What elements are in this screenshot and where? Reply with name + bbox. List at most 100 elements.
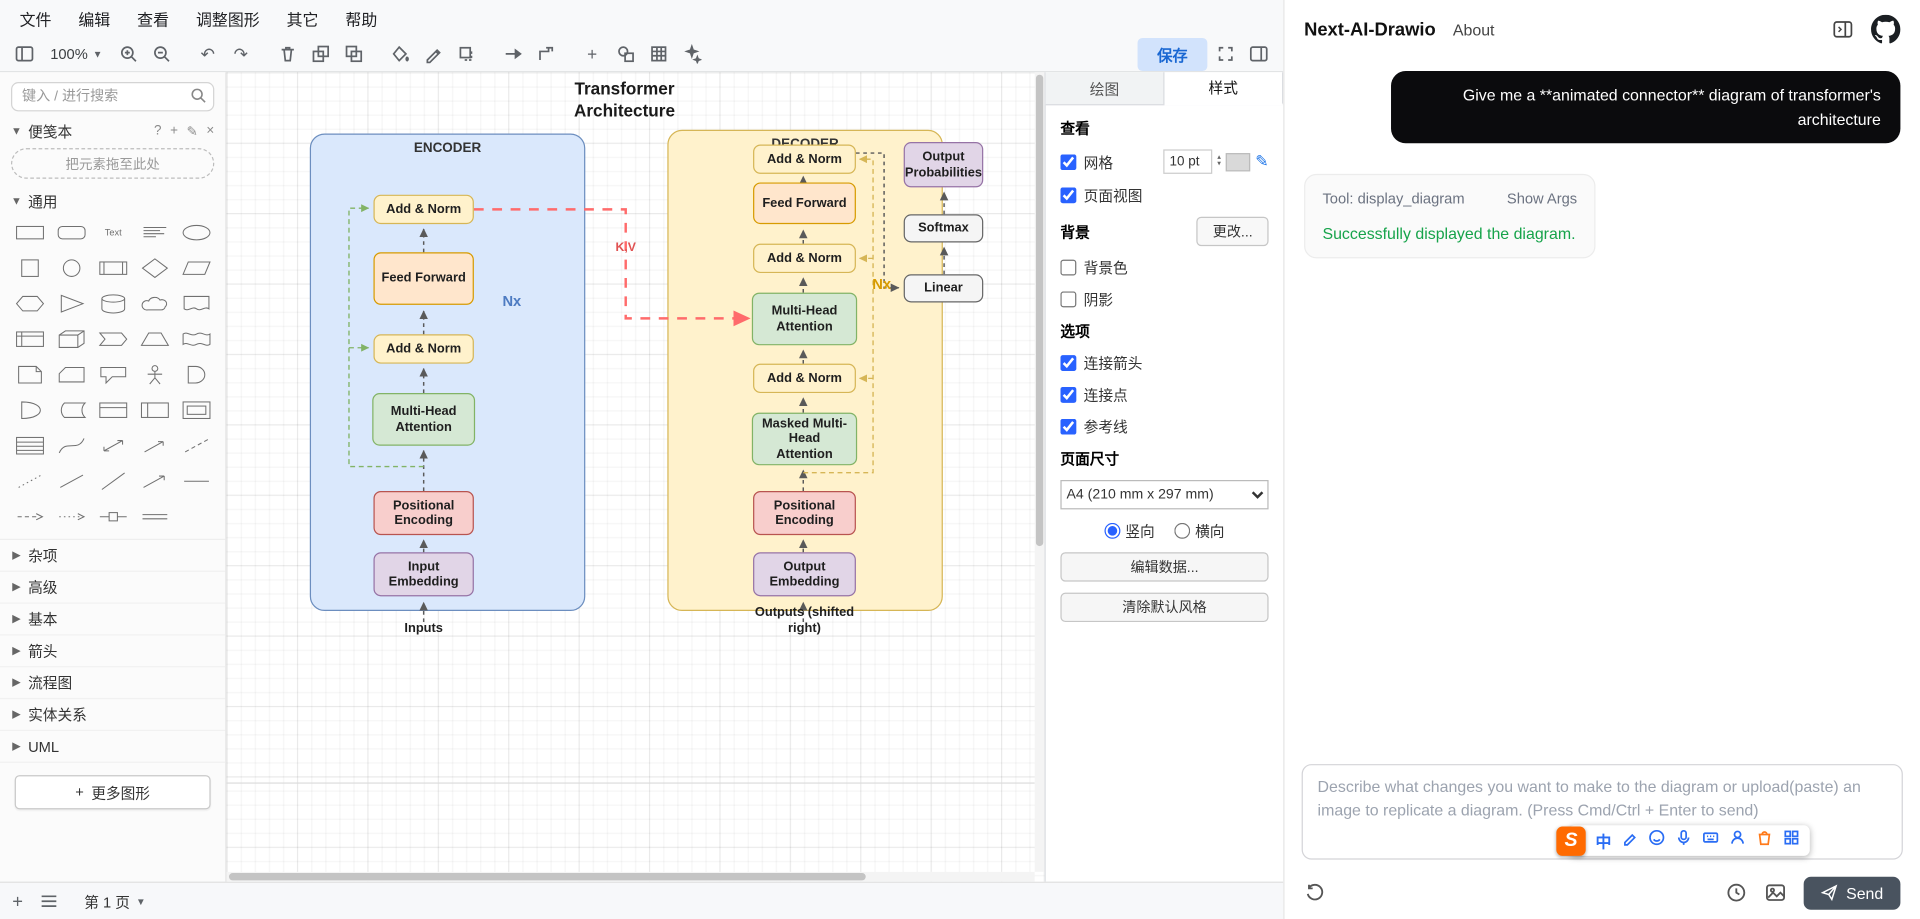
tab-diagram[interactable]: 绘图 [1046, 72, 1165, 105]
decoder-add-norm-2[interactable]: Add & Norm [753, 243, 856, 274]
collapse-panel-icon[interactable] [1832, 18, 1854, 40]
shape-parallelogram[interactable] [178, 253, 215, 282]
reset-chat-icon[interactable] [1304, 882, 1326, 904]
grid-size-input[interactable] [1163, 149, 1213, 174]
encoder-add-norm-2[interactable]: Add & Norm [373, 334, 474, 364]
grid-color-edit-icon[interactable]: ✎ [1255, 152, 1268, 172]
grid-checkbox[interactable] [1060, 153, 1077, 170]
shape-circle[interactable] [53, 253, 90, 282]
shape-data-storage[interactable] [53, 396, 90, 425]
menu-view[interactable]: 查看 [137, 7, 169, 30]
shape-text[interactable]: Text [94, 218, 131, 247]
zoom-dropdown[interactable]: 100% ▼ [43, 43, 110, 65]
change-background-button[interactable]: 更改... [1196, 216, 1269, 247]
decoder-positional-encoding[interactable]: Positional Encoding [753, 491, 856, 536]
connection-arrows-checkbox[interactable] [1060, 355, 1077, 372]
sidebar-section-advanced[interactable]: ▶ 高级 [0, 572, 226, 604]
sogou-ime-icon[interactable]: S [1556, 825, 1586, 856]
shape-ellipse[interactable] [178, 218, 215, 247]
sidebar-section-arrows[interactable]: ▶ 箭头 [0, 636, 226, 668]
save-button[interactable]: 保存 [1137, 37, 1208, 71]
about-link[interactable]: About [1453, 20, 1495, 38]
sidebar-section-uml[interactable]: ▶ UML [0, 731, 226, 763]
decoder-feed-forward[interactable]: Feed Forward [753, 182, 856, 225]
shape-line[interactable] [53, 467, 90, 496]
encoder-positional-encoding[interactable]: Positional Encoding [373, 491, 474, 536]
decoder-masked-multi-head-attention[interactable]: Masked Multi-Head Attention [751, 412, 858, 466]
shape-arrow-line[interactable] [136, 467, 173, 496]
shape-tape[interactable] [178, 324, 215, 353]
waypoint-style-icon[interactable] [498, 40, 527, 68]
shape-process[interactable] [94, 253, 131, 282]
page-size-select[interactable]: A4 (210 mm x 297 mm) [1060, 480, 1269, 510]
shape-callout[interactable] [94, 360, 131, 389]
send-button[interactable]: Send [1803, 876, 1901, 910]
encoder-multi-head-attention[interactable]: Multi-Head Attention [372, 393, 476, 446]
shape-labeled-edge[interactable] [94, 502, 131, 531]
close-icon[interactable]: × [206, 123, 214, 139]
connection-points-checkbox[interactable] [1060, 386, 1077, 403]
sidebar-section-er[interactable]: ▶ 实体关系 [0, 699, 226, 732]
grid-color-swatch[interactable] [1225, 152, 1251, 171]
shape-rounded-rectangle[interactable] [53, 218, 90, 247]
shape-triangle[interactable] [53, 289, 90, 318]
menu-edit[interactable]: 编辑 [78, 7, 110, 30]
shape-dashed-edge[interactable] [11, 502, 48, 531]
magic-wand-icon[interactable] [677, 40, 706, 68]
vertical-scrollbar[interactable] [1034, 72, 1045, 872]
shape-search-input[interactable] [11, 82, 215, 112]
output-probabilities-block[interactable]: Output Probabilities [903, 142, 984, 188]
scratchpad-header[interactable]: ▼ 便笺本 ? + ✎ × [0, 116, 225, 145]
shape-vertical-container[interactable] [136, 396, 173, 425]
shape-cube[interactable] [53, 324, 90, 353]
shape-rectangle[interactable] [11, 218, 48, 247]
sidebar-section-basic[interactable]: ▶ 基本 [0, 604, 226, 636]
shape-document[interactable] [178, 289, 215, 318]
general-section-header[interactable]: ▼ 通用 [0, 186, 225, 215]
shape-link-edge[interactable] [136, 502, 173, 531]
shape-arrow[interactable] [136, 431, 173, 460]
encoder-feed-forward[interactable]: Feed Forward [373, 252, 474, 305]
decoder-output-embedding[interactable]: Output Embedding [753, 552, 856, 597]
tab-style[interactable]: 样式 [1164, 72, 1284, 106]
shape-or[interactable] [178, 360, 215, 389]
ime-shop-icon[interactable] [1756, 829, 1773, 852]
menu-arrange[interactable]: 调整图形 [196, 7, 260, 30]
sidebar-section-misc[interactable]: ▶ 杂项 [0, 540, 226, 572]
shadow-checkbox[interactable] [1060, 291, 1077, 308]
shape-cylinder[interactable] [94, 289, 131, 318]
menu-extras[interactable]: 其它 [287, 7, 319, 30]
shape-bidirectional-arrow[interactable] [94, 431, 131, 460]
horizontal-scrollbar[interactable] [226, 871, 1035, 882]
shape-card[interactable] [53, 360, 90, 389]
undo-icon[interactable]: ↶ [193, 40, 222, 68]
shape-list[interactable] [11, 431, 48, 460]
add-shape-icon[interactable]: + [578, 40, 607, 68]
fullscreen-icon[interactable] [1211, 40, 1240, 68]
page-view-checkbox[interactable] [1060, 187, 1077, 204]
shadow-icon[interactable] [451, 40, 480, 68]
line-color-icon[interactable] [418, 40, 447, 68]
insert-table-icon[interactable] [644, 40, 673, 68]
shape-frame[interactable] [178, 396, 215, 425]
guides-checkbox[interactable] [1060, 418, 1077, 435]
shape-cloud[interactable] [136, 289, 173, 318]
shape-step[interactable] [94, 324, 131, 353]
shape-note[interactable] [11, 360, 48, 389]
portrait-radio[interactable]: 竖向 [1104, 520, 1155, 541]
show-args-link[interactable]: Show Args [1507, 190, 1577, 207]
format-panel-icon[interactable] [1244, 40, 1273, 68]
github-icon[interactable] [1871, 14, 1901, 44]
shape-actor[interactable] [136, 360, 173, 389]
linear-block[interactable]: Linear [903, 274, 984, 303]
connection-style-icon[interactable] [531, 40, 560, 68]
zoom-out-icon[interactable] [146, 40, 175, 68]
encoder-input-embedding[interactable]: Input Embedding [373, 552, 474, 597]
shape-curve[interactable] [53, 431, 90, 460]
shape-trapezoid[interactable] [136, 324, 173, 353]
ime-grid-icon[interactable] [1783, 829, 1800, 852]
shape-dotted-line[interactable] [11, 467, 48, 496]
softmax-block[interactable]: Softmax [903, 214, 984, 243]
decoder-multi-head-attention[interactable]: Multi-Head Attention [751, 292, 858, 346]
shape-bold-line[interactable] [178, 467, 215, 496]
